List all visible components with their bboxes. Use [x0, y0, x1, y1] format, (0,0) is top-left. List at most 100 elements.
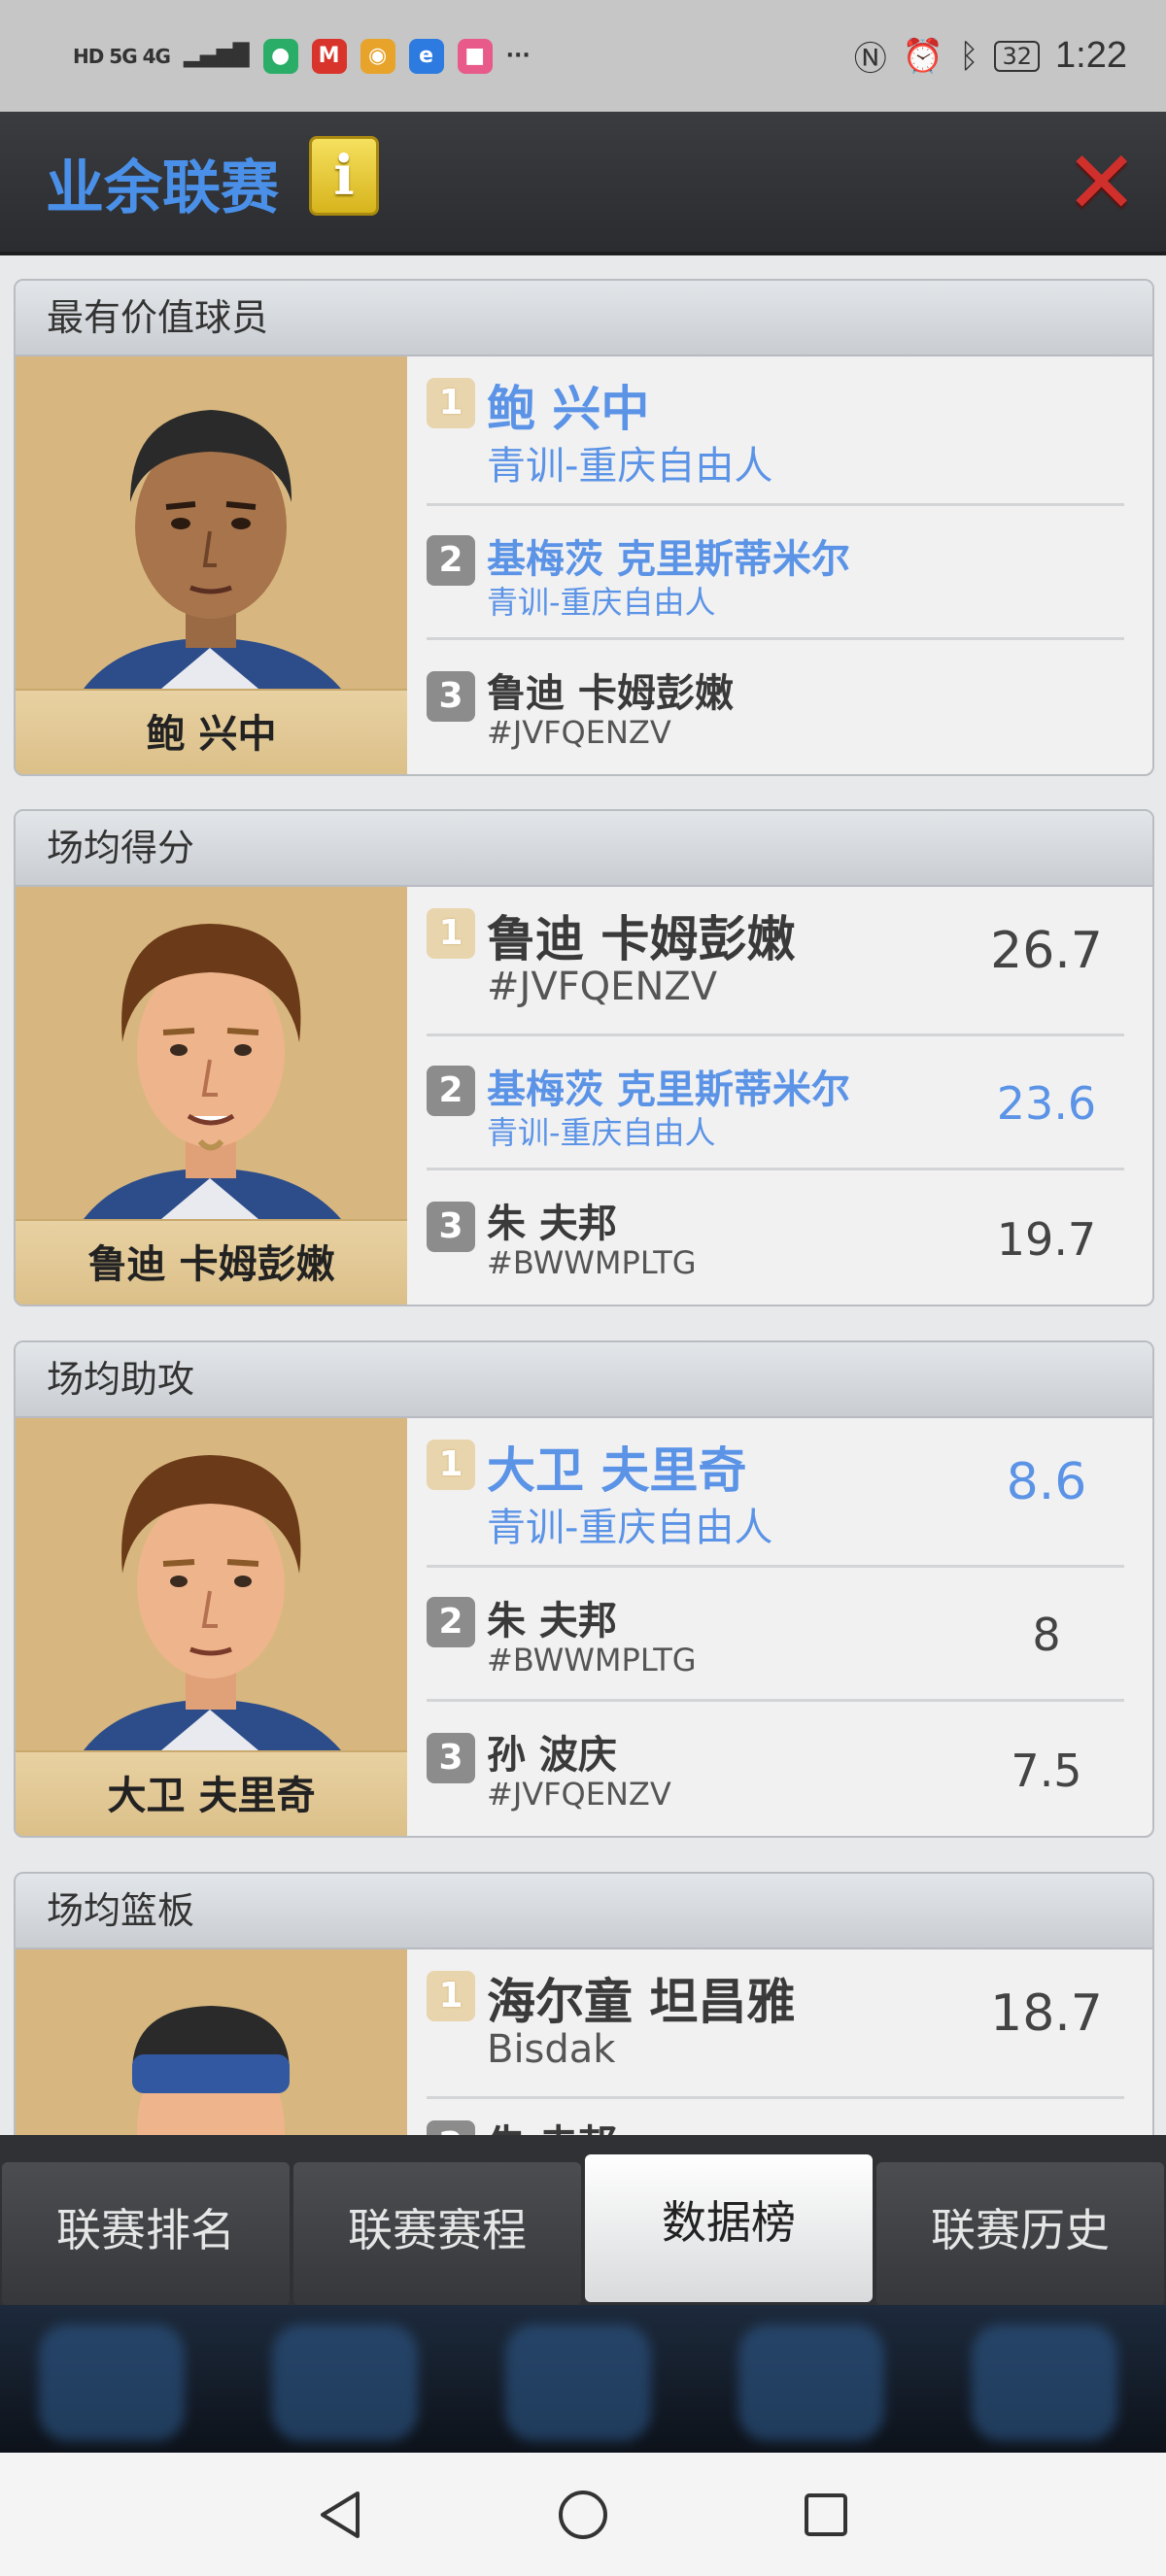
stat-panel-rebounds: 场均篮板 1 海尔童 坦昌雅 Bisdak 18.7 2 朱 夫邦 [14, 1872, 1154, 2135]
ranking-row[interactable]: 1 海尔童 坦昌雅 Bisdak 18.7 [427, 1949, 1124, 2099]
back-icon[interactable] [311, 2486, 369, 2544]
stat-value: 19.7 [996, 1213, 1097, 1266]
weibo-icon: ◉ [360, 38, 395, 74]
panel-title: 场均得分 [16, 811, 1152, 887]
player-portrait[interactable]: 大卫 夫里奇 [16, 1418, 407, 1836]
stat-value: 8 [1032, 1609, 1061, 1661]
rank-badge: 3 [427, 1202, 475, 1252]
rank-badge: 3 [427, 1733, 475, 1783]
rank-badge: 1 [427, 908, 475, 959]
player-name: 鲁迪 卡姆彭嫩 [487, 911, 796, 967]
player-team: #JVFQENZV [487, 965, 718, 1009]
stat-value: 26.7 [990, 922, 1103, 980]
player-team: Bisdak [487, 2027, 616, 2072]
currency-icon [272, 2324, 418, 2441]
player-team: 青训-重庆自由人 [487, 1114, 716, 1151]
featured-player-name: 鲁迪 卡姆彭嫩 [16, 1219, 407, 1305]
ranking-row[interactable]: 3 鲁迪 卡姆彭嫩 #JVFQENZV [427, 640, 1124, 774]
home-icon[interactable] [554, 2486, 612, 2544]
avatar [131, 2006, 291, 2135]
tab-league-history[interactable]: 联赛历史 [876, 2162, 1164, 2306]
player-name: 基梅茨 克里斯蒂米尔 [487, 1068, 850, 1112]
game-nav-bar [0, 2305, 1166, 2453]
stat-value: 18.7 [990, 1984, 1103, 2043]
ranking-row[interactable]: 1 鲁迪 卡姆彭嫩 #JVFQENZV 26.7 [427, 887, 1124, 1036]
ranking-row[interactable]: 3 孙 波庆 #JVFQENZV 7.5 [427, 1702, 1124, 1836]
rank-badge: 2 [427, 1597, 475, 1647]
ranking-row[interactable]: 2 朱 夫邦 #BWWMPLTG 8 [427, 1568, 1124, 1702]
player-team: #BWWMPLTG [487, 1244, 697, 1281]
info-icon[interactable]: i [309, 136, 379, 216]
status-bar: HD 5G 4G ▂▄▆█ ● M ◉ e ■ ··· Ⓝ ⏰ ᛒ 32 1:2… [0, 0, 1166, 112]
rank-badge: 2 [427, 535, 475, 586]
rank-badge: 2 [427, 2120, 475, 2135]
stat-value: 7.5 [1011, 1745, 1082, 1797]
ranking-row[interactable]: 2 基梅茨 克里斯蒂米尔 青训-重庆自由人 23.6 [427, 1036, 1124, 1170]
panel-title: 场均助攻 [16, 1342, 1152, 1418]
player-team: 青训-重庆自由人 [487, 444, 773, 489]
stats-list[interactable]: 最有价值球员 鲍 兴中 1 鲍 兴中 青训-重庆自由人 2 基梅茨 克里斯蒂米尔… [0, 255, 1166, 2135]
stat-value: 23.6 [996, 1077, 1097, 1130]
tab-league-schedule[interactable]: 联赛赛程 [293, 2162, 581, 2306]
avatar [84, 410, 341, 689]
player-name: 孙 波庆 [487, 1733, 617, 1778]
page-title: 业余联赛 [46, 154, 279, 222]
player-team: #BWWMPLTG [487, 1642, 697, 1678]
player-portrait[interactable]: 鲍 兴中 [16, 356, 407, 774]
stat-panel-assists: 场均助攻 大卫 夫里奇 1 大卫 夫里奇 青训-重庆自由人 8.6 2 朱 夫邦… [14, 1340, 1154, 1838]
player-name: 朱 夫邦 [487, 1202, 617, 1246]
signal-icons: HD 5G 4G [73, 44, 171, 68]
ranking-row[interactable]: 2 朱 夫邦 [427, 2099, 1124, 2135]
rank-badge: 1 [427, 378, 475, 428]
bottom-tab-bar: 联赛排名 联赛赛程 数据榜 联赛历史 [0, 2135, 1166, 2306]
signal-bars-icon: ▂▄▆█ [183, 44, 250, 68]
player-name: 基梅茨 克里斯蒂米尔 [487, 537, 850, 582]
player-name: 朱 夫邦 [487, 2113, 617, 2135]
ranking-row[interactable]: 2 基梅茨 克里斯蒂米尔 青训-重庆自由人 [427, 506, 1124, 640]
panel-title: 场均篮板 [16, 1874, 1152, 1949]
rank-badge: 3 [427, 671, 475, 722]
metro-icon: M [311, 38, 347, 74]
league-icon [505, 2324, 651, 2441]
player-portrait[interactable] [16, 1949, 407, 2135]
stat-panel-mvp: 最有价值球员 鲍 兴中 1 鲍 兴中 青训-重庆自由人 2 基梅茨 克里斯蒂米尔… [14, 279, 1154, 776]
status-left: HD 5G 4G ▂▄▆█ ● M ◉ e ■ ··· [73, 38, 854, 74]
player-name: 大卫 夫里奇 [487, 1442, 747, 1499]
player-name: 鲁迪 卡姆彭嫩 [487, 671, 734, 716]
player-name: 鲍 兴中 [487, 381, 650, 437]
wechat-icon: ● [262, 38, 298, 74]
tab-league-standings[interactable]: 联赛排名 [2, 2162, 290, 2306]
rank-badge: 1 [427, 1440, 475, 1490]
team-icon [738, 2324, 884, 2441]
browser-icon: e [408, 38, 444, 74]
avatar [84, 1455, 341, 1750]
nfc-icon: Ⓝ [853, 40, 887, 79]
avatar [84, 924, 341, 1219]
featured-player-name: 大卫 夫里奇 [16, 1750, 407, 1836]
home-icon [39, 2324, 185, 2441]
rank-badge: 2 [427, 1066, 475, 1116]
player-team: #JVFQENZV [487, 1776, 671, 1813]
app-header: 业余联赛 i ✕ [0, 112, 1166, 255]
player-name: 海尔童 坦昌雅 [487, 1974, 796, 2030]
system-nav-bar [0, 2453, 1166, 2576]
rank-icon [972, 2324, 1117, 2441]
bluetooth-icon: ᛒ [959, 36, 979, 76]
close-icon[interactable]: ✕ [1065, 140, 1138, 227]
player-team: 青训-重庆自由人 [487, 584, 716, 621]
stat-value: 8.6 [1006, 1453, 1087, 1511]
tab-leaderboard[interactable]: 数据榜 [585, 2154, 873, 2302]
featured-player-name: 鲍 兴中 [16, 689, 407, 774]
ranking-row[interactable]: 1 大卫 夫里奇 青训-重庆自由人 8.6 [427, 1418, 1124, 1568]
panel-title: 最有价值球员 [16, 281, 1152, 356]
player-portrait[interactable]: 鲁迪 卡姆彭嫩 [16, 887, 407, 1305]
player-team: 青训-重庆自由人 [487, 1506, 773, 1550]
ranking-row[interactable]: 3 朱 夫邦 #BWWMPLTG 19.7 [427, 1170, 1124, 1305]
more-icon: ··· [505, 44, 531, 68]
status-right: Ⓝ ⏰ ᛒ 32 1:22 [854, 32, 1127, 80]
alarm-icon: ⏰ [902, 36, 944, 76]
clock: 1:22 [1055, 35, 1127, 76]
ranking-row[interactable]: 1 鲍 兴中 青训-重庆自由人 [427, 356, 1124, 506]
recents-icon[interactable] [797, 2486, 855, 2544]
rank-badge: 1 [427, 1971, 475, 2021]
